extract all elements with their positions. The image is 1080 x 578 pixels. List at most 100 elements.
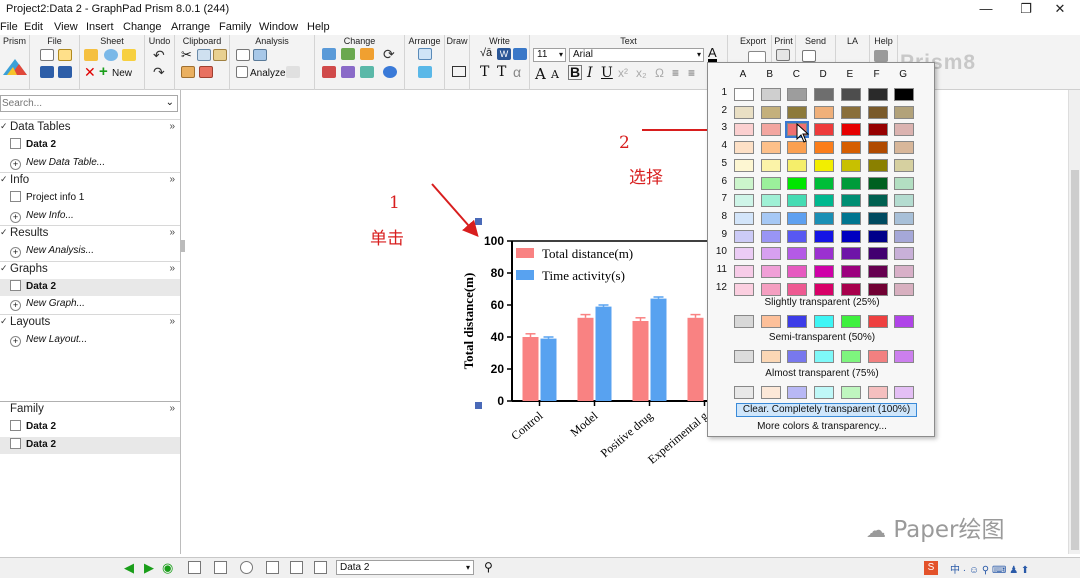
- expand-icon[interactable]: »: [169, 174, 175, 185]
- color-swatch[interactable]: [867, 247, 888, 261]
- color-swatch[interactable]: [760, 282, 781, 296]
- color-swatch[interactable]: [734, 88, 754, 101]
- bold-icon[interactable]: B: [568, 65, 583, 80]
- superscript-icon[interactable]: x²: [618, 66, 628, 80]
- color-swatch[interactable]: [787, 194, 808, 208]
- color-swatch[interactable]: [734, 158, 754, 172]
- family-item[interactable]: Data 2: [10, 419, 180, 436]
- change-format-icon[interactable]: [360, 48, 374, 60]
- prism-logo-icon[interactable]: [3, 57, 27, 75]
- color-swatch[interactable]: [787, 158, 808, 172]
- go-icon[interactable]: ◉: [162, 560, 173, 576]
- copy-icon[interactable]: [197, 49, 211, 61]
- color-swatch[interactable]: [787, 265, 808, 278]
- chevron-down-icon[interactable]: ✓: [0, 316, 8, 327]
- selection-handle[interactable]: [475, 402, 482, 409]
- redo-icon[interactable]: ↷: [153, 64, 165, 81]
- edit-sheet-icon[interactable]: [84, 49, 98, 61]
- color-swatch[interactable]: [840, 194, 861, 208]
- color-swatch[interactable]: [894, 350, 915, 363]
- color-swatch[interactable]: [867, 123, 888, 137]
- color-swatch[interactable]: [814, 229, 835, 243]
- analysis-chart-icon[interactable]: [253, 49, 267, 61]
- color-swatch[interactable]: [787, 247, 808, 261]
- color-swatch[interactable]: [814, 315, 835, 328]
- expand-icon[interactable]: »: [169, 263, 175, 274]
- color-swatch[interactable]: [814, 386, 835, 399]
- change-legend-icon[interactable]: [360, 66, 374, 78]
- shrink-font-icon[interactable]: A: [551, 68, 559, 81]
- color-swatch[interactable]: [760, 247, 781, 261]
- chevron-down-icon[interactable]: ✓: [0, 121, 8, 132]
- color-swatch[interactable]: [840, 158, 861, 172]
- vertical-scrollbar[interactable]: [1068, 90, 1080, 554]
- menu-window[interactable]: Window: [259, 20, 303, 34]
- analyze-icon[interactable]: [236, 66, 248, 78]
- color-swatch[interactable]: [867, 265, 888, 278]
- bar-total-distance[interactable]: [632, 321, 649, 401]
- color-swatch[interactable]: [814, 282, 835, 296]
- chevron-down-icon[interactable]: ✓: [0, 227, 8, 238]
- font-color-icon[interactable]: A: [708, 46, 717, 62]
- minimize-button[interactable]: —: [966, 0, 1006, 19]
- expand-icon[interactable]: »: [169, 227, 175, 238]
- italic-icon[interactable]: I: [587, 65, 593, 81]
- nav-section-graphs[interactable]: ✓ Graphs »: [0, 260, 180, 278]
- analyze-button-label[interactable]: Analyze: [250, 68, 286, 79]
- back-arrow-icon[interactable]: ◀: [124, 560, 134, 576]
- color-swatch[interactable]: [760, 265, 781, 278]
- color-swatch[interactable]: [760, 386, 781, 399]
- view-sheet-icon[interactable]: [214, 561, 227, 574]
- help-icon[interactable]: [874, 50, 888, 62]
- cut-icon[interactable]: ✂: [181, 47, 192, 63]
- color-swatch[interactable]: [734, 105, 754, 119]
- color-swatch[interactable]: [734, 350, 754, 363]
- nav-item[interactable]: Data 2: [10, 137, 180, 154]
- color-swatch[interactable]: [734, 265, 754, 278]
- align-text-icon[interactable]: ≡: [672, 66, 679, 80]
- menu-family[interactable]: Family: [219, 20, 256, 34]
- bar-time-activity[interactable]: [595, 306, 612, 401]
- new-sheet-icon[interactable]: +: [99, 63, 108, 80]
- text-tool-icon[interactable]: T: [480, 64, 489, 80]
- color-swatch[interactable]: [787, 176, 808, 190]
- expand-icon[interactable]: »: [169, 316, 175, 327]
- color-swatch[interactable]: [814, 141, 835, 155]
- print-icon[interactable]: [776, 49, 790, 61]
- color-swatch[interactable]: [760, 194, 781, 208]
- rotate-icon[interactable]: ⟳: [383, 46, 395, 63]
- insert-text-icon[interactable]: [513, 48, 527, 60]
- color-swatch[interactable]: [760, 229, 781, 243]
- nav-item[interactable]: + New Data Table...: [10, 155, 180, 172]
- color-swatch[interactable]: [787, 350, 808, 363]
- color-swatch[interactable]: [840, 105, 861, 119]
- draw-rectangle-icon[interactable]: [452, 66, 466, 77]
- new-file-icon[interactable]: [40, 49, 54, 61]
- color-swatch[interactable]: [814, 123, 835, 137]
- graph-view-icon[interactable]: [290, 561, 303, 574]
- color-swatch[interactable]: [867, 141, 888, 155]
- color-swatch[interactable]: [894, 211, 915, 225]
- change-graph-type-icon[interactable]: [322, 48, 336, 60]
- color-swatch[interactable]: [840, 315, 861, 328]
- chevron-down-icon[interactable]: ⌄: [166, 97, 174, 108]
- color-swatch[interactable]: [734, 176, 754, 190]
- color-swatch[interactable]: [760, 315, 781, 328]
- color-swatch[interactable]: [734, 229, 754, 243]
- color-swatch[interactable]: [760, 88, 781, 101]
- grow-font-icon[interactable]: A: [535, 65, 546, 83]
- color-swatch[interactable]: [840, 176, 861, 190]
- color-swatch[interactable]: [894, 158, 915, 172]
- color-swatch[interactable]: [760, 123, 781, 137]
- color-swatch[interactable]: [840, 386, 861, 399]
- change-axis-icon[interactable]: [341, 48, 355, 60]
- color-swatch[interactable]: [894, 282, 915, 296]
- more-colors-link[interactable]: More colors & transparency...: [708, 421, 936, 432]
- layout-view-icon[interactable]: [314, 561, 327, 574]
- alpha-icon[interactable]: α: [513, 64, 521, 80]
- color-swatch[interactable]: [894, 229, 915, 243]
- color-swatch[interactable]: [867, 194, 888, 208]
- search-box[interactable]: ⌄: [0, 95, 178, 112]
- align-more-icon[interactable]: ≡: [688, 66, 695, 80]
- nav-section-layouts[interactable]: ✓ Layouts »: [0, 313, 180, 331]
